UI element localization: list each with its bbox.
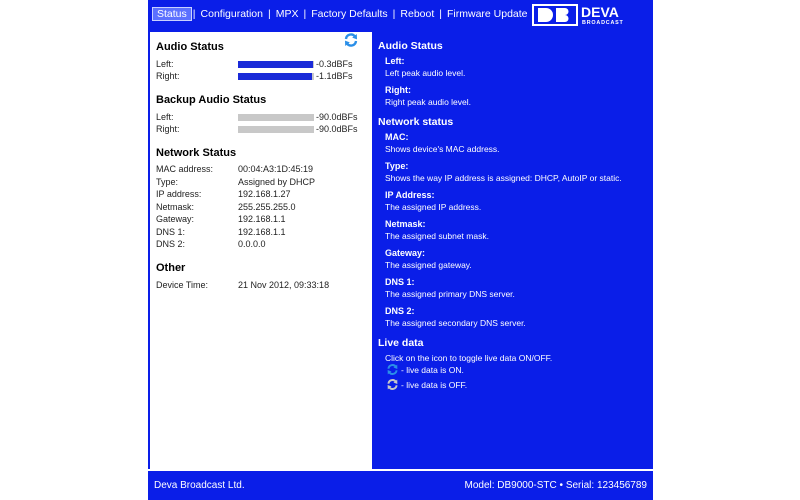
nav-firmware-update[interactable]: Firmware Update [443, 7, 532, 21]
device-time-label: Device Time: [156, 280, 209, 290]
backup-audio-heading: Backup Audio Status [156, 94, 267, 106]
network-row-dns2: DNS 2: 0.0.0.0 [156, 239, 366, 250]
live-data-refresh-icon[interactable] [343, 32, 359, 48]
help-type-title: Type: [385, 161, 409, 171]
help-dns1-desc: The assigned primary DNS server. [385, 289, 515, 299]
help-mac-title: MAC: [385, 132, 409, 142]
help-netmask-title: Netmask: [385, 219, 426, 229]
gateway-value: 192.168.1.1 [238, 214, 286, 224]
footer-model-serial: Model: DB9000-STC • Serial: 123456789 [464, 480, 648, 491]
device-time-row: Device Time: 21 Nov 2012, 09:33:18 [156, 280, 366, 291]
live-on-icon [387, 364, 398, 375]
backup-right-value: -90.0dBFs [316, 124, 358, 134]
help-dns2-title: DNS 2: [385, 306, 415, 316]
mac-label: MAC address: [156, 164, 214, 174]
network-row-ip: IP address: 192.168.1.27 [156, 189, 366, 200]
nav-reboot[interactable]: Reboot [396, 7, 438, 21]
type-value: Assigned by DHCP [238, 177, 316, 187]
help-gateway-desc: The assigned gateway. [385, 260, 472, 270]
help-dns2-desc: The assigned secondary DNS server. [385, 318, 526, 328]
backup-left-meter [238, 114, 314, 121]
gateway-label: Gateway: [156, 214, 195, 224]
type-label: Type: [156, 177, 179, 187]
nav-mpx[interactable]: MPX [272, 7, 303, 21]
network-status-heading: Network Status [156, 147, 237, 159]
dns1-label: DNS 1: [156, 227, 186, 237]
backup-right-row: Right: -90.0dBFs [156, 124, 366, 135]
audio-left-label: Left: [156, 59, 174, 69]
help-ip-title: IP Address: [385, 190, 435, 200]
help-dns1-title: DNS 1: [385, 277, 415, 287]
help-audio-heading: Audio Status [378, 40, 443, 52]
ip-label: IP address: [156, 189, 202, 199]
other-heading: Other [156, 262, 186, 274]
ip-value: 192.168.1.27 [238, 189, 291, 199]
help-left-desc: Left peak audio level. [385, 68, 466, 78]
netmask-label: Netmask: [156, 202, 195, 212]
help-panel: Audio Status Left: Left peak audio level… [372, 32, 651, 469]
network-row-type: Type: Assigned by DHCP [156, 177, 366, 188]
audio-status-heading: Audio Status [156, 41, 224, 53]
dns2-label: DNS 2: [156, 239, 186, 249]
device-time-value: 21 Nov 2012, 09:33:18 [238, 280, 330, 290]
backup-left-value: -90.0dBFs [316, 112, 358, 122]
footer-company: Deva Broadcast Ltd. [154, 480, 245, 491]
audio-left-value: -0.3dBFs [316, 59, 353, 69]
network-row-mac: MAC address: 00:04:A3:1D:45:19 [156, 164, 366, 175]
live-off-icon [387, 379, 398, 390]
svg-text:BROADCAST: BROADCAST [582, 20, 624, 26]
help-type-desc: Shows the way IP address is assigned: DH… [385, 173, 622, 183]
network-row-dns1: DNS 1: 192.168.1.1 [156, 227, 366, 238]
network-row-gateway: Gateway: 192.168.1.1 [156, 214, 366, 225]
mac-value: 00:04:A3:1D:45:19 [238, 164, 314, 174]
audio-left-meter [238, 61, 314, 68]
help-live-desc: Click on the icon to toggle live data ON… [385, 353, 553, 363]
audio-right-value: -1.1dBFs [316, 71, 353, 81]
backup-left-row: Left: -90.0dBFs [156, 112, 366, 123]
backup-right-label: Right: [156, 124, 180, 134]
help-netmask-desc: The assigned subnet mask. [385, 231, 489, 241]
audio-right-label: Right: [156, 71, 180, 81]
footer-bar: Deva Broadcast Ltd. Model: DB9000-STC • … [148, 469, 653, 500]
help-right-title: Right: [385, 85, 411, 95]
top-nav: Status | Configuration | MPX | Factory D… [148, 0, 653, 32]
audio-left-row: Left: -0.3dBFs [156, 59, 366, 70]
audio-left-meter-fill [238, 61, 314, 68]
backup-left-label: Left: [156, 112, 174, 122]
help-network-heading: Network status [378, 116, 454, 128]
backup-right-meter [238, 126, 314, 133]
netmask-value: 255.255.255.0 [238, 202, 296, 212]
help-gateway-title: Gateway: [385, 248, 426, 258]
network-row-netmask: Netmask: 255.255.255.0 [156, 202, 366, 213]
dns2-value: 0.0.0.0 [238, 239, 266, 249]
help-ip-desc: The assigned IP address. [385, 202, 482, 212]
help-live-off: - live data is OFF. [401, 380, 468, 390]
audio-right-row: Right: -1.1dBFs [156, 71, 366, 82]
audio-right-meter [238, 73, 314, 80]
help-live-heading: Live data [378, 337, 424, 349]
dns1-value: 192.168.1.1 [238, 227, 286, 237]
svg-text:DEVA: DEVA [581, 4, 619, 20]
status-panel: Audio Status Left: -0.3dBFs Right: -1.1d… [150, 32, 368, 469]
nav-factory-defaults[interactable]: Factory Defaults [307, 7, 391, 21]
audio-right-meter-fill [238, 73, 312, 80]
deva-logo: DEVA BROADCAST [532, 4, 624, 26]
help-left-title: Left: [385, 56, 405, 66]
nav-status[interactable]: Status [152, 7, 192, 21]
help-right-desc: Right peak audio level. [385, 97, 472, 107]
help-mac-desc: Shows device's MAC address. [385, 144, 500, 154]
nav-configuration[interactable]: Configuration [197, 7, 267, 21]
app-frame: Status | Configuration | MPX | Factory D… [148, 0, 653, 500]
help-live-on: - live data is ON. [401, 365, 464, 375]
